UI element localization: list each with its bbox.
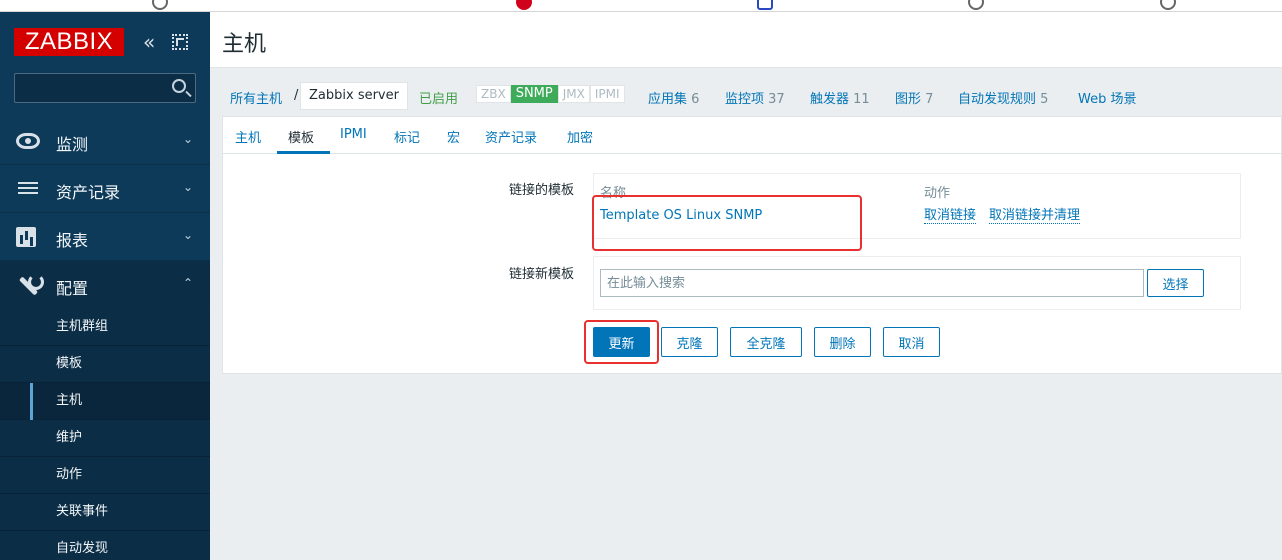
tab-host[interactable]: 主机 [235,127,261,146]
link-count: 37 [768,92,785,107]
unlink-and-clear-button[interactable]: 取消链接并清理 [989,208,1081,224]
bookmark-icon [516,0,532,10]
menu-reports[interactable]: 报表 ⌄ [0,213,210,261]
link-items[interactable]: 监控项 37 [725,88,785,107]
column-name-header: 名称 [600,186,627,201]
link-triggers[interactable]: 触发器 11 [810,88,870,107]
host-form-panel: 主机 模板 IPMI 标记 宏 资产记录 加密 链接的模板 名称 动作 Temp… [222,116,1282,374]
cancel-button[interactable]: 取消 [883,327,940,357]
menu-configuration[interactable]: 配置 ⌃ [0,261,210,309]
unlink-button[interactable]: 取消链接 [924,208,977,224]
tab-ipmi[interactable]: IPMI [340,127,367,142]
search-icon[interactable] [172,79,186,93]
breadcrumb-current-host[interactable]: Zabbix server [300,82,408,110]
submenu-hosts[interactable]: 主机 [0,383,210,420]
configuration-submenu: 主机群组 模板 主机 维护 动作 关联事件 自动发现 [0,309,210,560]
link-label: 自动发现规则 [958,92,1037,107]
list-icon [16,179,40,199]
chevron-down-icon: ⌄ [183,180,194,194]
availability-badges: ZBX SNMP JMX IPMI [476,85,625,103]
submenu-maintenance[interactable]: 维护 [0,420,210,457]
main-content: 主机 所有主机 / Zabbix server 已启用 ZBX SNMP JMX… [210,12,1282,560]
breadcrumb-all-hosts[interactable]: 所有主机 [230,88,282,107]
menu-label: 监测 [56,135,89,154]
submenu-event-correlation[interactable]: 关联事件 [0,494,210,531]
submenu-host-groups[interactable]: 主机群组 [0,309,210,346]
badge-jmx: JMX [557,85,590,103]
link-count: 11 [853,92,870,107]
chevron-down-icon: ⌄ [183,132,194,146]
menu-label: 报表 [56,231,89,250]
globe-icon [1160,0,1176,10]
link-label: 应用集 [648,92,688,107]
select-button[interactable]: 选择 [1147,269,1204,297]
sidebar: ZABBIX « 监测 ⌄ 资产记录 ⌄ 报表 ⌄ 配置 ⌃ 主机群组 模板 主… [0,12,210,560]
page-header: 主机 [210,12,1282,68]
linked-templates-table: 名称 动作 Template OS Linux SNMP 取消链接 取消链接并清… [593,173,1241,239]
page-title: 主机 [222,32,267,57]
link-label: Web 场景 [1078,92,1137,107]
tab-tags[interactable]: 标记 [394,127,420,146]
tab-templates[interactable]: 模板 [288,127,314,146]
active-tab-indicator [277,151,330,154]
menu-label: 配置 [56,279,89,298]
bar-chart-icon [16,227,36,247]
link-applications[interactable]: 应用集 6 [648,88,699,107]
link-label: 触发器 [810,92,850,107]
link-web-scenarios[interactable]: Web 场景 [1078,88,1136,107]
chevron-down-icon: ⌄ [183,228,194,242]
collapse-sidebar-icon[interactable]: « [143,32,155,52]
link-discovery-rules[interactable]: 自动发现规则 5 [958,88,1048,107]
update-button[interactable]: 更新 [593,327,650,357]
wrench-icon [16,274,44,295]
submenu-discovery[interactable]: 自动发现 [0,531,210,560]
link-count: 6 [691,92,700,107]
badge-ipmi: IPMI [589,85,625,103]
eye-icon [16,133,40,149]
menu-monitoring[interactable]: 监测 ⌄ [0,117,210,165]
badge-zbx: ZBX [476,85,511,103]
submenu-actions[interactable]: 动作 [0,457,210,494]
link-label: 监控项 [725,92,765,107]
breadcrumb-separator: / [294,88,299,103]
template-search-input[interactable] [600,269,1144,297]
link-graphs[interactable]: 图形 7 [895,88,933,107]
globe-icon [968,0,984,10]
kiosk-mode-icon[interactable] [172,34,188,50]
bookmark-icon [757,0,773,10]
full-clone-button[interactable]: 全克隆 [730,327,802,357]
link-new-templates-label: 链接新模板 [509,267,575,282]
link-count: 7 [925,92,934,107]
status-enabled[interactable]: 已启用 [419,88,458,107]
link-count: 5 [1040,92,1049,107]
globe-icon [152,0,168,10]
tab-encryption[interactable]: 加密 [567,127,593,146]
host-navigation: 所有主机 / Zabbix server 已启用 ZBX SNMP JMX IP… [222,80,1282,114]
column-action-header: 动作 [924,186,951,201]
form-tabs: 主机 模板 IPMI 标记 宏 资产记录 加密 [223,117,1281,154]
tab-macros[interactable]: 宏 [447,127,460,146]
zabbix-logo[interactable]: ZABBIX [14,28,124,56]
link-new-templates-box: 选择 [593,256,1241,310]
link-label: 图形 [895,92,922,107]
submenu-templates[interactable]: 模板 [0,346,210,383]
linked-templates-label: 链接的模板 [509,183,575,198]
browser-bookmarks-bar [0,0,1282,12]
linked-template-link[interactable]: Template OS Linux SNMP [600,208,762,223]
clone-button[interactable]: 克隆 [661,327,718,357]
tab-inventory[interactable]: 资产记录 [485,127,537,146]
delete-button[interactable]: 删除 [814,327,871,357]
sidebar-search-input[interactable] [14,73,196,103]
badge-snmp: SNMP [510,85,558,103]
chevron-up-icon: ⌃ [183,276,194,290]
menu-label: 资产记录 [56,183,121,202]
menu-inventory[interactable]: 资产记录 ⌄ [0,165,210,213]
